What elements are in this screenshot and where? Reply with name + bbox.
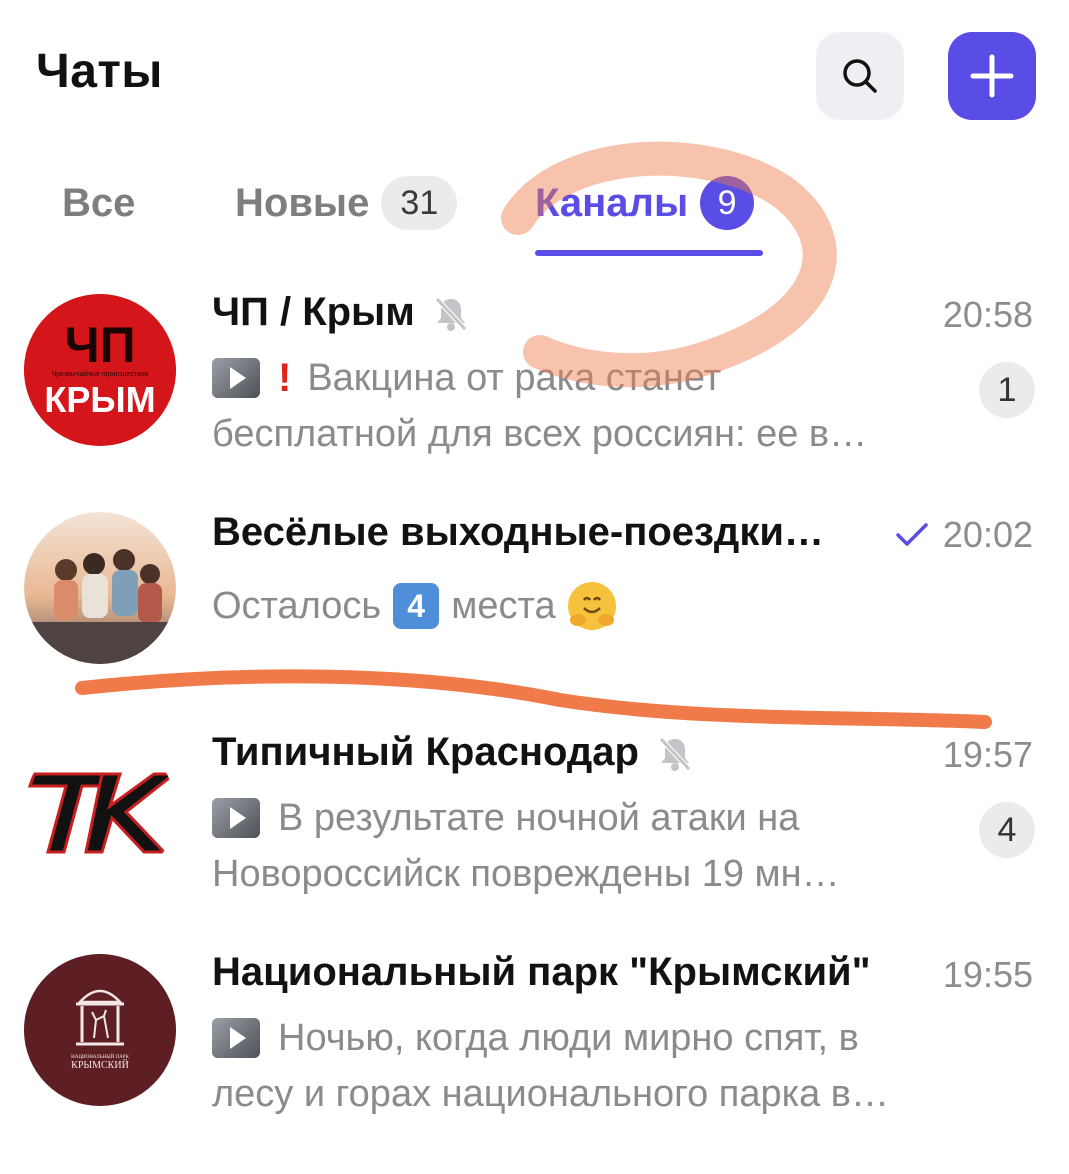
plus-icon <box>970 54 1014 98</box>
logo-name-text: КРЫМСКИЙ <box>71 1059 129 1071</box>
hugging-face-emoji <box>567 582 616 630</box>
message-preview: Ночью, когда люди мирно спят, в лесу и г… <box>212 1010 952 1122</box>
play-icon <box>230 807 246 829</box>
group-photo-avatar <box>24 512 176 664</box>
avatar-top-text: ЧП <box>64 317 135 373</box>
bell-off-icon <box>655 733 695 773</box>
keycap-emoji: 4 <box>393 583 440 629</box>
exclamation-icon: ! <box>278 356 292 400</box>
preview-line2: лесу и горах национального парка в… <box>212 1073 889 1115</box>
avatar <box>24 512 176 664</box>
preview-text-after: места <box>451 585 556 627</box>
tab-channels-label: Каналы <box>535 180 689 225</box>
tab-channels-badge: 9 <box>700 176 755 230</box>
chat-list-item[interactable]: НАЦИОНАЛЬНЫЙ ПАРК КРЫМСКИЙ Национальный … <box>0 950 1069 1150</box>
chat-name-text: Типичный Краснодар <box>212 730 639 774</box>
tk-logo <box>27 772 176 854</box>
bell-off-icon <box>431 293 471 333</box>
preview-line2: бесплатной для всех россиян: ее в… <box>212 413 868 455</box>
preview-text-before: Осталось <box>212 585 382 627</box>
preview-line1: Ночью, когда люди мирно спят, в <box>278 1017 859 1059</box>
chat-time: 20:02 <box>895 514 1033 556</box>
tab-channels[interactable]: Каналы 9 <box>535 176 755 230</box>
tab-new-label: Новые <box>235 180 370 225</box>
header: Чаты <box>0 0 1069 150</box>
tab-new[interactable]: Новые 31 <box>235 176 458 230</box>
chat-list-item[interactable]: ЧП Чрезвычайные происшествия КРЫМ ЧП / К… <box>0 290 1069 490</box>
check-icon <box>895 521 929 549</box>
tab-all[interactable]: Все <box>62 177 135 229</box>
page-title: Чаты <box>36 45 163 98</box>
preview-line1: В результате ночной атаки на <box>278 797 800 839</box>
search-icon <box>843 59 877 93</box>
unread-count-badge: 4 <box>979 802 1035 858</box>
avatar: ЧП Чрезвычайные происшествия КРЫМ <box>24 294 176 446</box>
active-tab-indicator <box>535 250 763 256</box>
preview-line2: Новороссийск повреждены 19 мн… <box>212 853 840 895</box>
chat-list-item[interactable]: Типичный Краснодар 19:57 В результате но… <box>0 730 1069 930</box>
avatar <box>24 734 176 886</box>
chat-time: 19:57 <box>942 734 1033 775</box>
chp-crimea-logo: ЧП Чрезвычайные происшествия КРЫМ <box>24 294 176 446</box>
avatar-middle-text: Чрезвычайные происшествия <box>51 370 148 378</box>
search-button[interactable] <box>816 32 904 120</box>
chat-list-item[interactable]: Весёлые выходные-поездки… 20:02 Осталось… <box>0 510 1069 710</box>
new-chat-button[interactable] <box>948 32 1036 120</box>
filter-tabs: Все Новые 31 Каналы 9 <box>0 165 1069 265</box>
preview-line1: Вакцина от рака станет <box>307 357 722 399</box>
video-thumbnail <box>212 1018 260 1058</box>
tab-new-badge: 31 <box>381 176 458 230</box>
chat-time-text: 20:02 <box>942 514 1033 555</box>
unread-count-badge: 1 <box>979 362 1035 418</box>
video-thumbnail <box>212 358 260 398</box>
chat-time: 20:58 <box>942 294 1033 335</box>
message-preview: Осталось 4 места <box>212 570 952 634</box>
avatar: НАЦИОНАЛЬНЫЙ ПАРК КРЫМСКИЙ <box>24 954 176 1106</box>
chat-name: Национальный парк "Крымский" <box>212 950 871 994</box>
play-icon <box>230 1027 246 1049</box>
chat-time: 19:55 <box>942 954 1033 995</box>
chat-name: ЧП / Крым <box>212 290 471 335</box>
chat-name: Весёлые выходные-поездки… <box>212 510 824 554</box>
national-park-logo: НАЦИОНАЛЬНЫЙ ПАРК КРЫМСКИЙ <box>24 954 176 1106</box>
chat-name-text: ЧП / Крым <box>212 290 415 334</box>
message-preview: ! Вакцина от рака станет бесплатной для … <box>212 350 952 462</box>
video-thumbnail <box>212 798 260 838</box>
play-icon <box>230 367 246 389</box>
chat-name: Типичный Краснодар <box>212 730 695 775</box>
tab-all-label: Все <box>62 180 136 225</box>
avatar-bottom-text: КРЫМ <box>44 379 155 420</box>
message-preview: В результате ночной атаки на Новороссийс… <box>212 790 952 902</box>
